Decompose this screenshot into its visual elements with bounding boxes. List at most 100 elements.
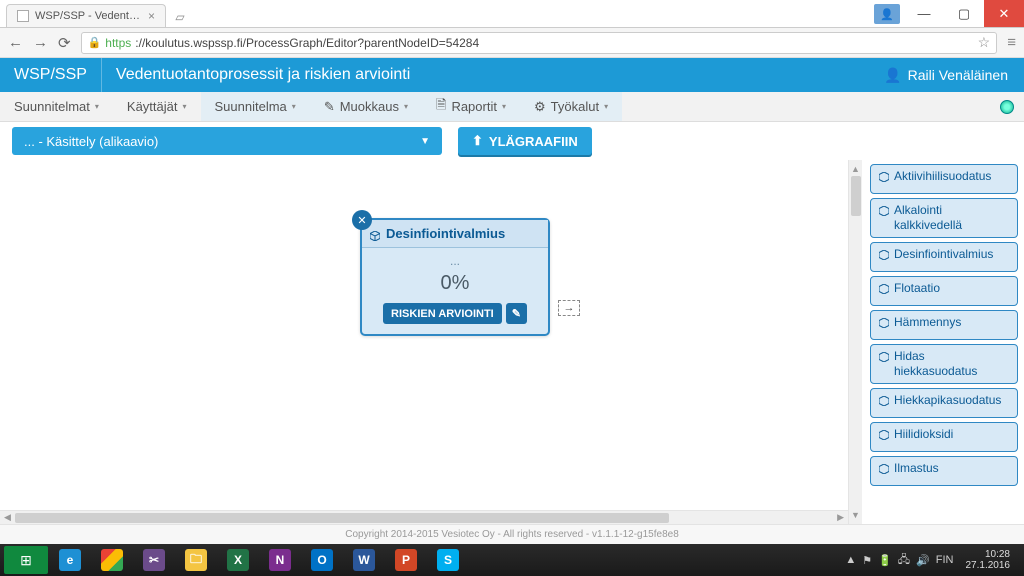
taskbar-excel[interactable]: X bbox=[218, 546, 258, 574]
status-indicator[interactable] bbox=[990, 92, 1024, 121]
palette-item[interactable]: Hiekkapikasuodatus bbox=[870, 388, 1018, 418]
chrome-profile-icon[interactable]: 👤 bbox=[874, 4, 900, 24]
menu-suunnitelmat[interactable]: Suunnitelmat▾ bbox=[0, 92, 113, 121]
app-logo[interactable]: WSP/SSP bbox=[0, 58, 102, 92]
menu-bar: Suunnitelmat▾ Käyttäjät▾ Suunnitelma▾ ✎M… bbox=[0, 92, 1024, 122]
tray-volume-icon[interactable]: 🔊 bbox=[916, 554, 930, 567]
risk-evaluation-button[interactable]: RISKIEN ARVIOINTI bbox=[383, 303, 502, 324]
cube-icon bbox=[879, 429, 889, 439]
window-maximize-button[interactable]: ▢ bbox=[944, 0, 984, 27]
new-tab-button[interactable]: ▱ bbox=[170, 6, 190, 27]
start-button[interactable]: ⊞ bbox=[4, 546, 48, 574]
taskbar-ie[interactable]: e bbox=[50, 546, 90, 574]
menu-raportit[interactable]: 🗎Raportit▾ bbox=[422, 92, 520, 121]
scroll-down-icon[interactable]: ▼ bbox=[851, 510, 860, 520]
cube-icon bbox=[879, 205, 889, 215]
menu-kayttajat[interactable]: Käyttäjät▾ bbox=[113, 92, 201, 121]
scroll-up-icon[interactable]: ▲ bbox=[851, 164, 860, 174]
radar-icon bbox=[1000, 100, 1014, 114]
nav-forward-icon[interactable]: → bbox=[33, 34, 48, 51]
url-scheme: https bbox=[105, 36, 131, 50]
user-menu[interactable]: 👤 Raili Venäläinen bbox=[868, 67, 1024, 84]
vscroll-thumb[interactable] bbox=[851, 176, 861, 216]
arrow-up-circle-icon: ⬆ bbox=[472, 133, 483, 149]
node-subtitle: ... bbox=[370, 254, 540, 268]
url-field[interactable]: 🔒 https ://koulutus.wspssp.fi/ProcessGrap… bbox=[81, 32, 998, 54]
palette-item[interactable]: Alkalointi kalkkivedellä bbox=[870, 198, 1018, 238]
lock-icon: 🔒 bbox=[88, 36, 102, 49]
cube-icon bbox=[879, 171, 889, 181]
browser-tab[interactable]: WSP/SSP - Vedentuotanto × bbox=[6, 4, 166, 27]
tray-icon[interactable]: ⚑ bbox=[862, 554, 872, 567]
node-title: Desinfiointivalmius bbox=[386, 226, 505, 241]
tray-clock[interactable]: 10:28 27.1.2016 bbox=[960, 549, 1017, 571]
bookmark-star-icon[interactable]: ☆ bbox=[978, 34, 991, 51]
taskbar-snip[interactable]: ✂ bbox=[134, 546, 174, 574]
url-rest: ://koulutus.wspssp.fi/ProcessGraph/Edito… bbox=[135, 36, 479, 50]
system-tray[interactable]: ▲ ⚑ 🔋 🖧 🔊 FIN 10:28 27.1.2016 bbox=[845, 549, 1020, 571]
tray-lang[interactable]: FIN bbox=[936, 554, 954, 566]
cube-icon bbox=[879, 283, 889, 293]
canvas-hscrollbar[interactable]: ◀ ▶ bbox=[0, 510, 848, 524]
palette-item[interactable]: Aktiivihiilisuodatus bbox=[870, 164, 1018, 194]
node-header: Desinfiointivalmius bbox=[362, 220, 548, 248]
connector-handle[interactable]: → bbox=[558, 300, 580, 316]
cube-icon bbox=[879, 463, 889, 473]
hscroll-thumb[interactable] bbox=[15, 513, 670, 523]
footer: Copyright 2014-2015 Vesiotec Oy - All ri… bbox=[0, 524, 1024, 544]
taskbar-outlook[interactable]: O bbox=[302, 546, 342, 574]
page-title: Vedentuotantoprosessit ja riskien arvioi… bbox=[102, 66, 868, 84]
menu-suunnitelma[interactable]: Suunnitelma▾ bbox=[201, 92, 310, 121]
scroll-left-icon[interactable]: ◀ bbox=[4, 512, 11, 523]
breadcrumb-dropdown[interactable]: ... - Käsittely (alikaavio) ▼ bbox=[12, 127, 442, 155]
chevron-down-icon: ▼ bbox=[420, 136, 430, 147]
tray-network-icon[interactable]: 🖧 bbox=[898, 551, 910, 570]
taskbar-word[interactable]: W bbox=[344, 546, 384, 574]
toolbar: ... - Käsittely (alikaavio) ▼ ⬆ YLÄGRAAF… bbox=[0, 122, 1024, 160]
user-icon: 👤 bbox=[884, 67, 901, 84]
palette-item[interactable]: Hidas hiekkasuodatus bbox=[870, 344, 1018, 384]
cube-icon bbox=[879, 249, 889, 259]
canvas-container: ✕ Desinfiointivalmius ... 0% RISKIEN ARV… bbox=[0, 160, 1024, 524]
menu-muokkaus[interactable]: ✎Muokkaus▾ bbox=[310, 92, 422, 121]
window-close-button[interactable]: ✕ bbox=[984, 0, 1024, 27]
window-titlebar: WSP/SSP - Vedentuotanto × ▱ 👤 — ▢ ✕ bbox=[0, 0, 1024, 28]
edit-icon: ✎ bbox=[324, 99, 335, 115]
tab-title: WSP/SSP - Vedentuotanto bbox=[35, 10, 142, 22]
scroll-right-icon[interactable]: ▶ bbox=[837, 512, 844, 523]
taskbar-chrome[interactable] bbox=[92, 546, 132, 574]
taskbar-onenote[interactable]: N bbox=[260, 546, 300, 574]
node-palette: Aktiivihiilisuodatus Alkalointi kalkkive… bbox=[864, 160, 1024, 506]
palette-item[interactable]: Flotaatio bbox=[870, 276, 1018, 306]
favicon bbox=[17, 10, 29, 22]
taskbar-powerpoint[interactable]: P bbox=[386, 546, 426, 574]
process-node[interactable]: ✕ Desinfiointivalmius ... 0% RISKIEN ARV… bbox=[360, 218, 550, 336]
cube-icon bbox=[879, 317, 889, 327]
app-header: WSP/SSP Vedentuotantoprosessit ja riskie… bbox=[0, 58, 1024, 92]
canvas-vscrollbar[interactable]: ▲ ▼ bbox=[848, 160, 862, 524]
up-graph-button[interactable]: ⬆ YLÄGRAAFIIN bbox=[458, 127, 592, 155]
taskbar-skype[interactable]: S bbox=[428, 546, 468, 574]
palette-item[interactable]: Desinfiointivalmius bbox=[870, 242, 1018, 272]
cube-icon bbox=[370, 229, 380, 239]
cube-icon bbox=[879, 351, 889, 361]
tray-battery-icon[interactable]: 🔋 bbox=[878, 554, 892, 567]
node-delete-button[interactable]: ✕ bbox=[352, 210, 372, 230]
tab-close-icon[interactable]: × bbox=[148, 9, 155, 23]
nav-reload-icon[interactable]: ⟳ bbox=[58, 34, 71, 52]
menu-tyokalut[interactable]: ⚙Työkalut▾ bbox=[520, 92, 622, 121]
user-name: Raili Venäläinen bbox=[908, 67, 1008, 83]
palette-item[interactable]: Hämmennys bbox=[870, 310, 1018, 340]
window-minimize-button[interactable]: — bbox=[904, 0, 944, 27]
node-edit-button[interactable]: ✎ bbox=[506, 303, 527, 324]
chrome-menu-icon[interactable]: ≡ bbox=[1007, 34, 1016, 51]
address-bar: ← → ⟳ 🔒 https ://koulutus.wspssp.fi/Proce… bbox=[0, 28, 1024, 58]
windows-taskbar: ⊞ e ✂ 🗀 X N O W P S ▲ ⚑ 🔋 🖧 🔊 FIN 10:28 … bbox=[0, 544, 1024, 576]
report-icon: 🗎 bbox=[436, 96, 446, 118]
breadcrumb-text: ... - Käsittely (alikaavio) bbox=[24, 134, 158, 149]
palette-item[interactable]: Hiilidioksidi bbox=[870, 422, 1018, 452]
palette-item[interactable]: Ilmastus bbox=[870, 456, 1018, 486]
tray-show-hidden-icon[interactable]: ▲ bbox=[845, 554, 856, 566]
taskbar-explorer[interactable]: 🗀 bbox=[176, 546, 216, 574]
nav-back-icon[interactable]: ← bbox=[8, 34, 23, 51]
